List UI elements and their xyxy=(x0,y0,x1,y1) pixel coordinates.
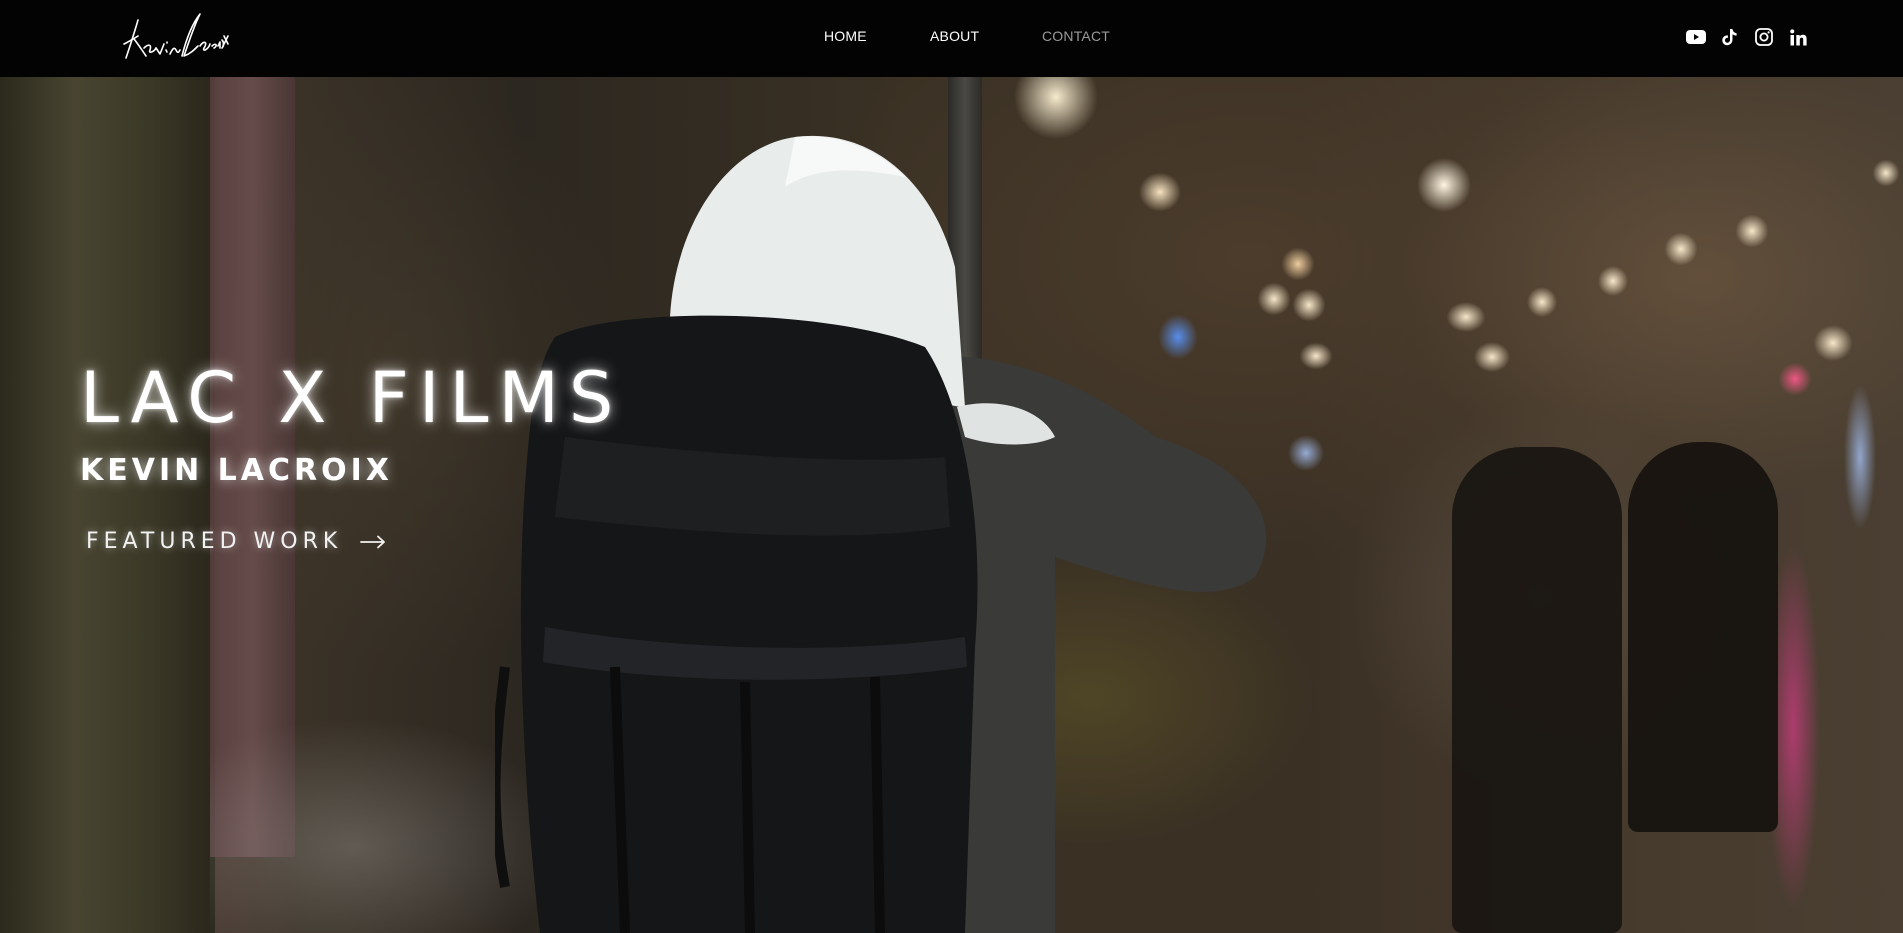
featured-work-label: FEATURED WORK xyxy=(86,529,343,554)
background-tree xyxy=(0,77,215,933)
hero-subtitle: KEVIN LACROIX xyxy=(80,453,393,488)
site-header: HOME ABOUT CONTACT xyxy=(0,0,1903,77)
featured-work-link[interactable]: FEATURED WORK xyxy=(86,529,386,554)
linkedin-icon[interactable] xyxy=(1787,26,1809,48)
hooded-person-with-backpack xyxy=(495,135,1267,933)
tiktok-icon[interactable] xyxy=(1719,26,1741,48)
nav-about[interactable]: ABOUT xyxy=(930,28,979,44)
youtube-icon[interactable] xyxy=(1685,26,1707,48)
hero-title: LAC X FILMS xyxy=(80,357,624,439)
instagram-icon[interactable] xyxy=(1753,26,1775,48)
background-pedestrian xyxy=(1452,447,1622,933)
main-nav: HOME ABOUT CONTACT xyxy=(0,0,1903,74)
arrow-right-icon xyxy=(360,535,386,548)
nav-home[interactable]: HOME xyxy=(824,28,867,44)
hero-section: LAC X FILMS KEVIN LACROIX FEATURED WORK xyxy=(0,77,1903,933)
nav-contact[interactable]: CONTACT xyxy=(1042,28,1110,44)
background-pedestrian xyxy=(1628,442,1778,832)
